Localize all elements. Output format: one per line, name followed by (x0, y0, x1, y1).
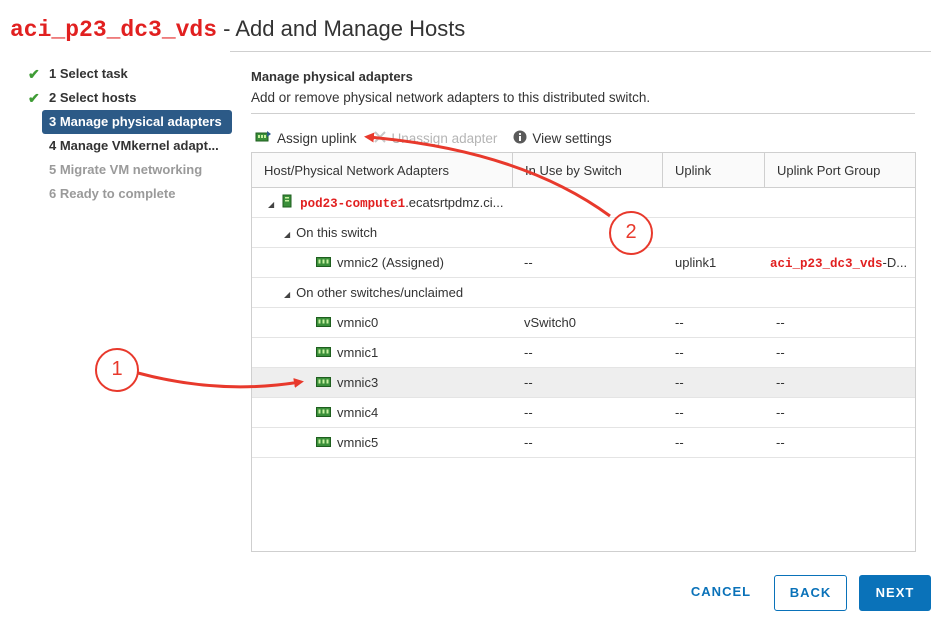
network-adapter-icon (316, 399, 331, 428)
switch-name: aci_p23_dc3_vds (10, 17, 218, 43)
host-name: pod23-compute1 (300, 197, 406, 211)
adapter-row-vmnic0[interactable]: vmnic0 vSwitch0 -- -- (252, 308, 915, 338)
adapter-row-vmnic3[interactable]: vmnic3 -- -- -- (252, 368, 915, 398)
column-header-uplink[interactable]: Uplink (663, 153, 765, 188)
step-migrate-vm-networking: 5 Migrate VM networking (49, 162, 203, 177)
assign-uplink-icon (255, 130, 272, 147)
assign-uplink-button[interactable]: Assign uplink (255, 130, 357, 147)
step-manage-physical-adapters[interactable]: 3 Manage physical adapters (42, 110, 232, 134)
step-ready-to-complete: 6 Ready to complete (49, 186, 176, 201)
network-adapter-icon (316, 249, 331, 278)
collapse-triangle-icon[interactable]: ◢ (284, 230, 290, 239)
unassign-adapter-icon (373, 130, 387, 147)
section-divider (251, 113, 915, 114)
group-row-other-switches[interactable]: ◢ On other switches/unclaimed (252, 278, 915, 308)
title-text: - Add and Manage Hosts (217, 16, 466, 41)
wizard-steps: ✔ 1 Select task ✔ 2 Select hosts 3 Manage … (22, 62, 234, 206)
view-settings-button[interactable]: View settings (513, 130, 612, 147)
check-icon: ✔ (28, 66, 40, 82)
step-select-task[interactable]: ✔ 1 Select task (22, 62, 234, 86)
step-manage-vmkernel-adapters[interactable]: 4 Manage VMkernel adapt... (22, 134, 234, 158)
check-icon: ✔ (28, 90, 40, 106)
adapter-grid: Host/Physical Network Adapters In Use by… (251, 152, 916, 552)
annotation-badge-1: 1 (95, 348, 139, 392)
page-title: aci_p23_dc3_vds - Add and Manage Hosts (10, 16, 465, 52)
group-row-on-switch[interactable]: ◢ On this switch (252, 218, 915, 248)
collapse-triangle-icon[interactable]: ◢ (268, 200, 274, 209)
column-header-port-group[interactable]: Uplink Port Group (765, 153, 915, 188)
column-header-in-use[interactable]: In Use by Switch (513, 153, 663, 188)
network-adapter-icon (316, 429, 331, 458)
back-button[interactable]: BACK (774, 575, 847, 611)
collapse-triangle-icon[interactable]: ◢ (284, 290, 290, 299)
unassign-adapter-button[interactable]: Unassign adapter (373, 130, 497, 147)
column-header-host[interactable]: Host/Physical Network Adapters (252, 153, 513, 188)
info-icon (513, 130, 527, 147)
adapter-row-vmnic2[interactable]: vmnic2 (Assigned) -- uplink1 aci_p23_dc3… (252, 248, 915, 278)
uplink-port-group: aci_p23_dc3_vds (770, 257, 883, 271)
network-adapter-icon (316, 309, 331, 338)
adapter-row-vmnic5[interactable]: vmnic5 -- -- -- (252, 428, 915, 458)
adapter-row-vmnic1[interactable]: vmnic1 -- -- -- (252, 338, 915, 368)
cancel-button[interactable]: CANCEL (684, 575, 758, 611)
network-adapter-icon (316, 339, 331, 368)
step-select-hosts[interactable]: ✔ 2 Select hosts (22, 86, 234, 110)
host-domain: .ecatsrtpdmz.ci... (405, 195, 504, 210)
annotation-badge-2: 2 (609, 211, 653, 255)
section-title: Manage physical adapters (251, 69, 413, 84)
section-description: Add or remove physical network adapters … (251, 90, 651, 105)
adapter-toolbar: Assign uplink Unassign adapter View sett… (255, 127, 628, 149)
host-server-icon (280, 189, 294, 218)
host-row[interactable]: ◢ pod23-compute1.ecatsrtpdmz.ci... (252, 188, 915, 218)
title-divider (230, 51, 931, 52)
next-button[interactable]: NEXT (859, 575, 931, 611)
network-adapter-icon (316, 369, 331, 398)
adapter-row-vmnic4[interactable]: vmnic4 -- -- -- (252, 398, 915, 428)
grid-header: Host/Physical Network Adapters In Use by… (252, 153, 915, 188)
